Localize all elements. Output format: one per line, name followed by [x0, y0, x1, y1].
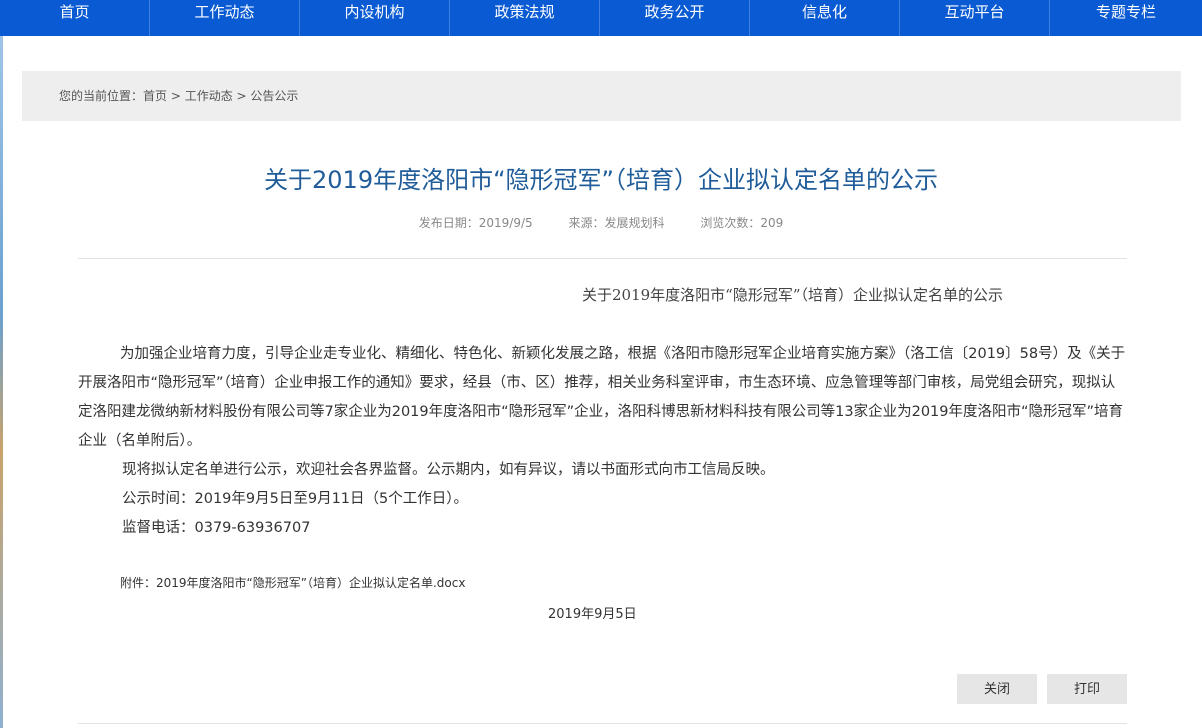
divider — [78, 258, 1127, 259]
view-count: 浏览次数：209 — [700, 216, 784, 230]
article-body: 为加强企业培育力度，引导企业走专业化、精细化、特色化、新颖化发展之路，根据《洛阳… — [78, 340, 1128, 543]
breadcrumb: 您的当前位置：首页 > 工作动态 > 公告公示 — [22, 71, 1181, 121]
nav-item-gov-affairs[interactable]: 政务公开 — [600, 0, 750, 36]
background-edge — [0, 36, 3, 728]
close-button[interactable]: 关闭 — [957, 674, 1037, 704]
breadcrumb-prefix: 您的当前位置： — [59, 89, 144, 103]
nav-item-interaction[interactable]: 互动平台 — [900, 0, 1050, 36]
nav-item-special-topics[interactable]: 专题专栏 — [1050, 0, 1202, 36]
breadcrumb-section-link[interactable]: 工作动态 — [185, 89, 233, 103]
nav-item-departments[interactable]: 内设机构 — [300, 0, 450, 36]
body-paragraph: 现将拟认定名单进行公示，欢迎社会各界监督。公示期内，如有异议，请以书面形式向市工… — [122, 462, 775, 478]
article-source: 来源：发展规划科 — [568, 216, 665, 230]
nav-item-home[interactable]: 首页 — [0, 0, 150, 36]
body-paragraph: 公示时间：2019年9月5日至9月11日（5个工作日）。 — [122, 491, 469, 507]
divider — [78, 723, 1127, 724]
breadcrumb-current-link[interactable]: 公告公示 — [250, 89, 298, 103]
nav-item-informatization[interactable]: 信息化 — [750, 0, 900, 36]
attachment-link[interactable]: 附件：2019年度洛阳市“隐形冠军”（培育）企业拟认定名单.docx — [120, 576, 465, 590]
breadcrumb-home-link[interactable]: 首页 — [143, 89, 167, 103]
breadcrumb-separator: > — [167, 89, 185, 103]
body-paragraph: 为加强企业培育力度，引导企业走专业化、精细化、特色化、新颖化发展之路，根据《洛阳… — [78, 346, 1126, 449]
publish-date: 发布日期：2019/9/5 — [418, 216, 533, 230]
attachment: 附件：2019年度洛阳市“隐形冠军”（培育）企业拟认定名单.docx — [120, 574, 465, 591]
top-navigation: 首页 工作动态 内设机构 政策法规 政务公开 信息化 互动平台 专题专栏 — [0, 0, 1202, 36]
body-paragraph: 监督电话：0379-63936707 — [122, 520, 311, 536]
article-meta: 发布日期：2019/9/5 来源：发展规划科 浏览次数：209 — [0, 214, 1202, 231]
print-button[interactable]: 打印 — [1047, 674, 1127, 704]
article-subtitle: 关于2019年度洛阳市“隐形冠军”（培育）企业拟认定名单的公示 — [582, 286, 1004, 304]
nav-item-work-news[interactable]: 工作动态 — [150, 0, 300, 36]
article-title: 关于2019年度洛阳市“隐形冠军”（培育）企业拟认定名单的公示 — [264, 166, 938, 194]
breadcrumb-separator: > — [232, 89, 251, 103]
nav-item-policies[interactable]: 政策法规 — [450, 0, 600, 36]
signature-date: 2019年9月5日 — [548, 607, 637, 622]
